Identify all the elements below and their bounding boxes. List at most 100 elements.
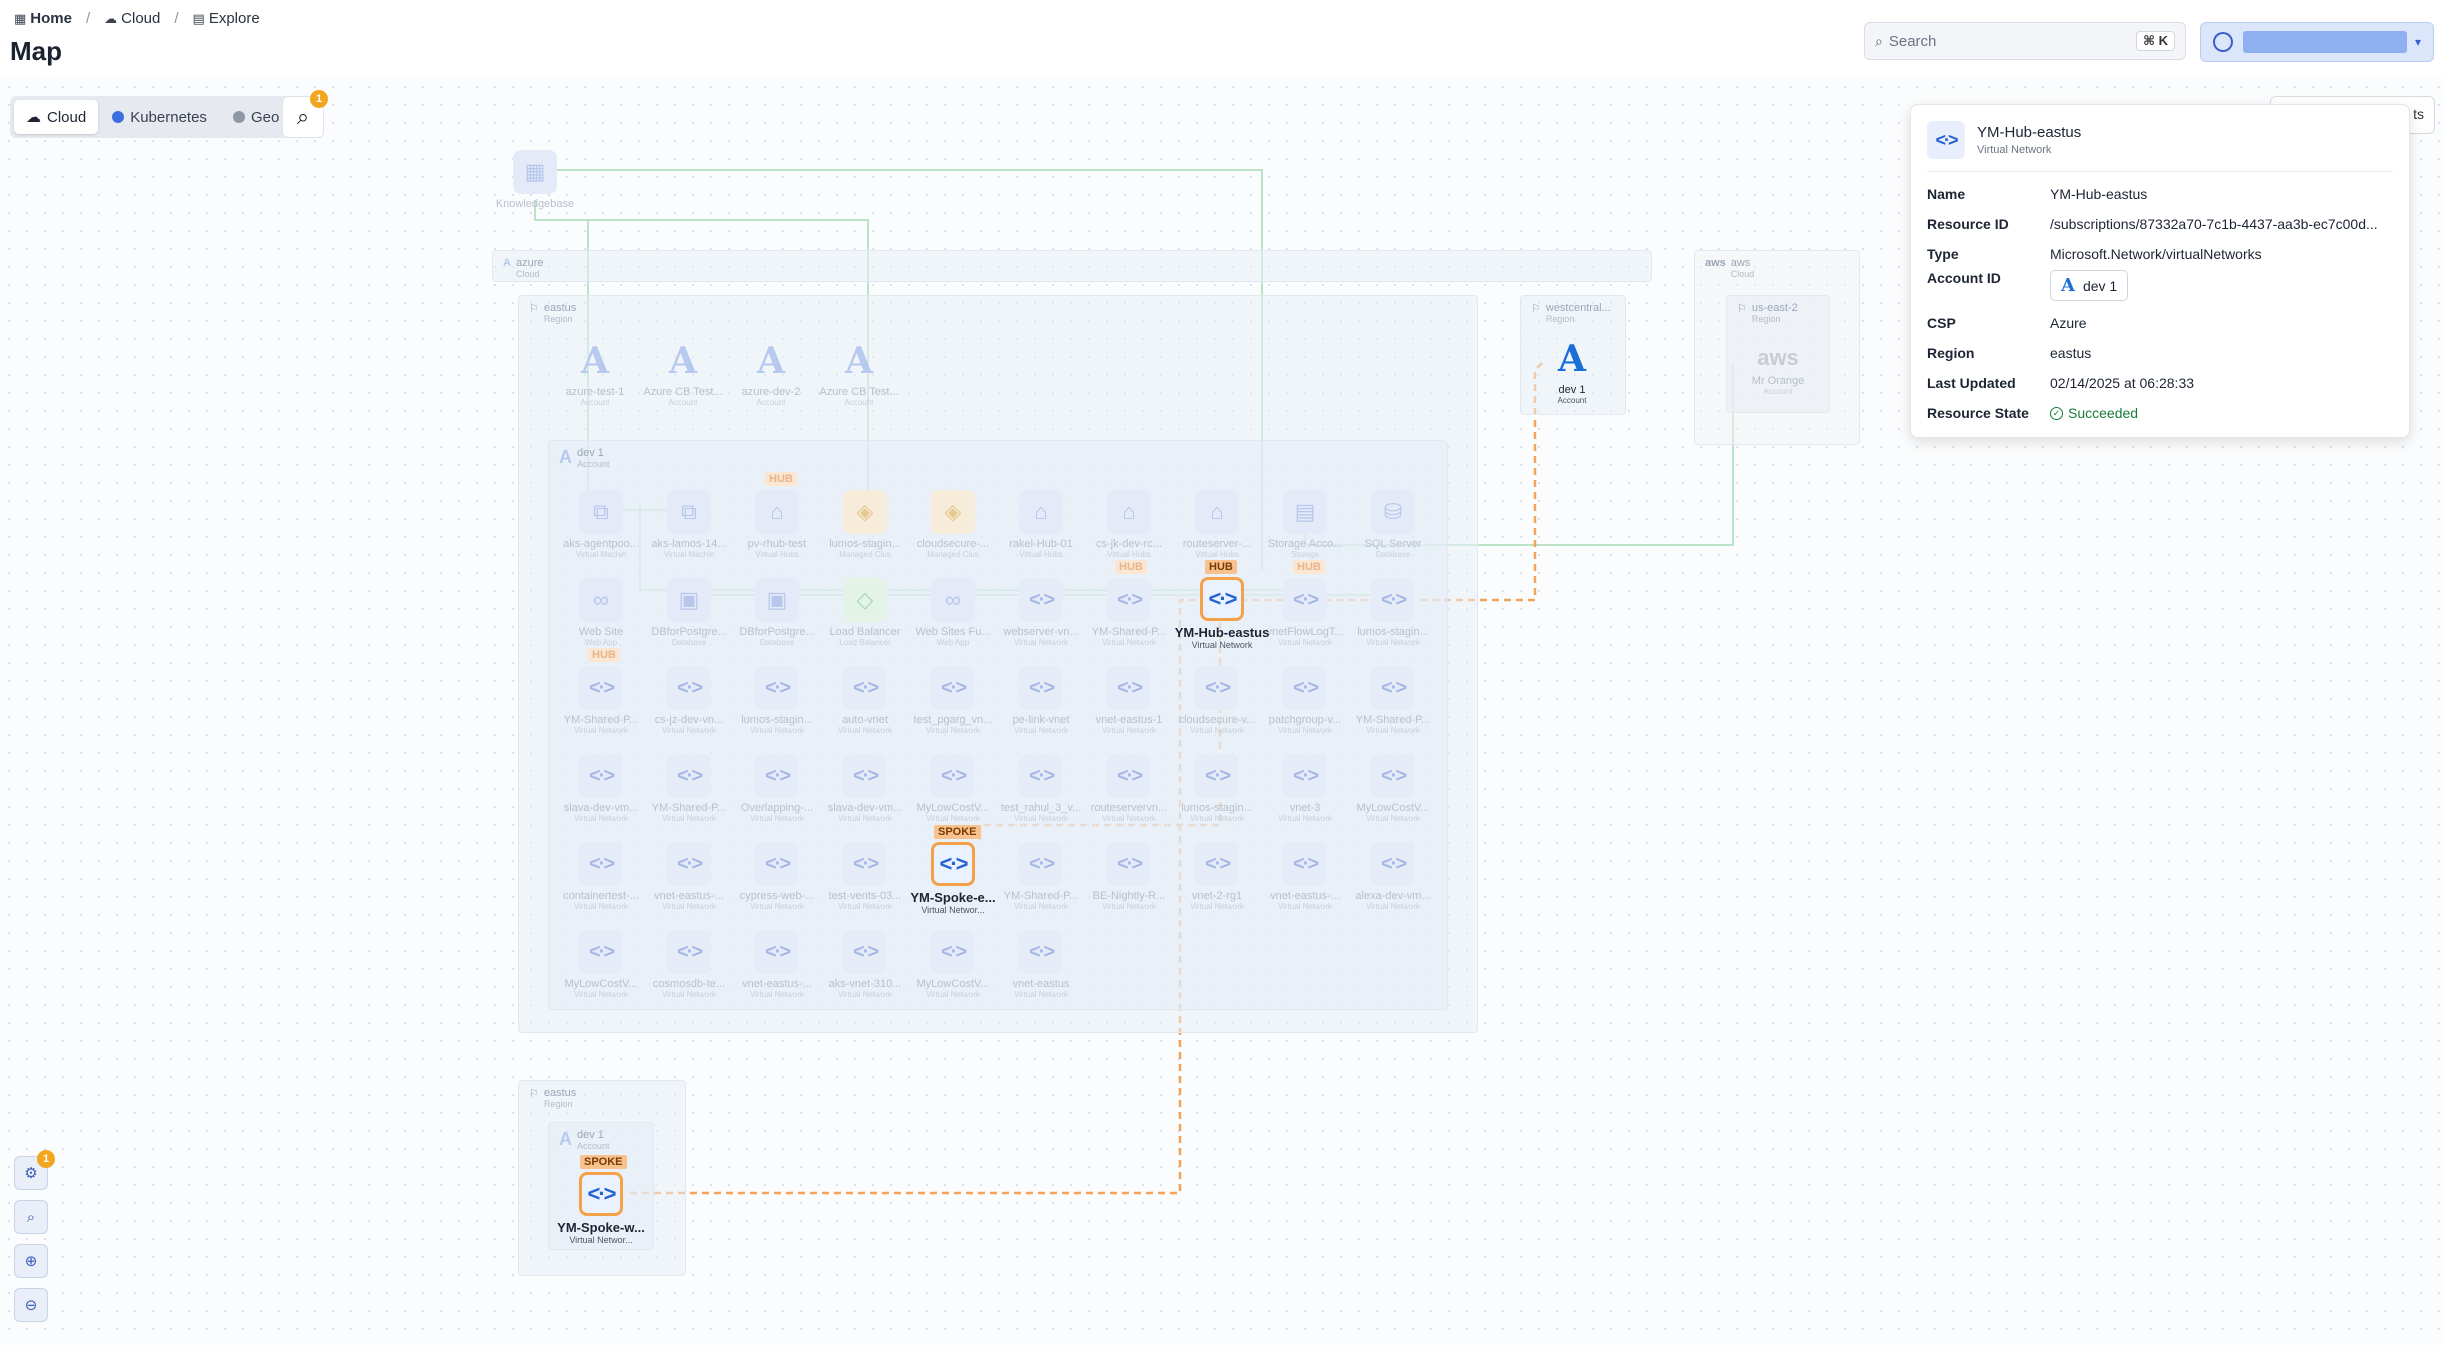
details-row-account-id: Account ID Adev 1 bbox=[1927, 270, 2393, 301]
storage-icon: ▤ bbox=[1283, 490, 1327, 534]
resource-node[interactable]: ▣ DBforPostgre... Database bbox=[732, 578, 822, 647]
vnet-node[interactable]: <·> webserver-vn... Virtual Network bbox=[996, 578, 1086, 647]
zoom-out-button[interactable]: ⊖ bbox=[14, 1288, 48, 1322]
vnet-node[interactable]: <·> lumos-stagin... Virtual Network bbox=[1348, 578, 1438, 647]
vnet-node[interactable]: <·> vnet-2-rg1 Virtual Network bbox=[1172, 842, 1262, 911]
vnet-node[interactable]: <·> Overlapping-... Virtual Network bbox=[732, 754, 822, 823]
region-azure[interactable]: Aazure Cloud bbox=[492, 250, 1652, 282]
vnet-node[interactable]: <·> YM-Shared-P... Virtual Network bbox=[1084, 578, 1174, 647]
vnet-node-ym-hub-eastus[interactable]: <·> YM-Hub-eastus Virtual Network bbox=[1172, 577, 1272, 650]
resource-node[interactable]: ⌂ cs-jk-dev-rc... Virtual Hubs bbox=[1084, 490, 1174, 559]
settings-badge: 1 bbox=[37, 1150, 55, 1168]
details-header: <·> YM-Hub-eastus Virtual Network bbox=[1927, 121, 2393, 172]
status-badge: ✓ Succeeded bbox=[2050, 405, 2138, 421]
code-icon: <·> bbox=[1371, 754, 1415, 798]
vnet-node[interactable]: <·> BE-Nightly-R... Virtual Network bbox=[1084, 842, 1174, 911]
vnet-node[interactable]: <·> YM-Shared-P... Virtual Network bbox=[644, 754, 734, 823]
vnet-node[interactable]: <·> aks-vnet-310... Virtual Network bbox=[820, 930, 910, 999]
resource-node[interactable]: ⛁ SQL Server Database bbox=[1348, 490, 1438, 559]
vnet-node[interactable]: <·> vnet-eastus-... Virtual Network bbox=[644, 842, 734, 911]
vnet-node[interactable]: <·> vnet-3 Virtual Network bbox=[1260, 754, 1350, 823]
vnet-node[interactable]: <·> vnet-eastus-1 Virtual Network bbox=[1084, 666, 1174, 735]
vnet-node[interactable]: <·> MyLowCostV... Virtual Network bbox=[556, 930, 646, 999]
resource-node[interactable]: ◇ Load Balancer Load Balancer bbox=[820, 578, 910, 647]
vnet-node[interactable]: <·> pe-link-vnet Virtual Network bbox=[996, 666, 1086, 735]
account-node[interactable]: Aazure-test-1 Account bbox=[550, 340, 640, 407]
tab-cloud[interactable]: ☁ Cloud bbox=[14, 100, 99, 134]
kubernetes-icon bbox=[112, 111, 125, 123]
vnet-node[interactable]: <·> MyLowCostV... Virtual Network bbox=[908, 754, 998, 823]
vm-icon: ⧉ bbox=[667, 490, 711, 534]
resource-node[interactable]: ⌂ routeserver-... Virtual Hubs bbox=[1172, 490, 1262, 559]
code-icon: <·> bbox=[1019, 930, 1063, 974]
vnet-node[interactable]: <·> YM-Shared-P... Virtual Network bbox=[556, 666, 646, 735]
code-icon: <·> bbox=[1019, 842, 1063, 886]
vnet-node[interactable]: <·> YM-Shared-P... Virtual Network bbox=[996, 842, 1086, 911]
vnet-node-ym-spoke-eastus[interactable]: <·> YM-Spoke-e... Virtual Networ... bbox=[908, 842, 998, 915]
resource-node[interactable]: ⌂ rakel-Hub-01 Virtual Hubs bbox=[996, 490, 1086, 559]
account-node[interactable]: Aazure-dev-2 Account bbox=[726, 340, 816, 407]
vnet-node[interactable]: <·> MyLowCostV... Virtual Network bbox=[1348, 754, 1438, 823]
details-row-last-updated: Last Updated 02/14/2025 at 06:28:33 bbox=[1927, 375, 2195, 391]
knowledgebase-node[interactable]: ▦ Knowledgebase bbox=[490, 150, 580, 210]
vnet-node[interactable]: <·> cloudsecure-v... Virtual Network bbox=[1172, 666, 1262, 735]
zoom-out-icon: ⊖ bbox=[24, 1297, 38, 1314]
code-icon: <·> bbox=[1371, 578, 1415, 622]
vnet-node[interactable]: <·> slava-dev-vm... Virtual Network bbox=[556, 754, 646, 823]
resource-node[interactable]: ▤ Storage Acco... Storage bbox=[1260, 490, 1350, 559]
vnet-node[interactable]: <·> cosmosdb-te... Virtual Network bbox=[644, 930, 734, 999]
vnet-node[interactable]: <·> auto-vnet Virtual Network bbox=[820, 666, 910, 735]
code-icon: <·> bbox=[1107, 842, 1151, 886]
vnet-node-ym-spoke-westus[interactable]: <·> YM-Spoke-w... Virtual Networ... bbox=[556, 1172, 646, 1245]
account-node[interactable]: A Azure CB Test... Account bbox=[638, 340, 728, 407]
fit-view-button[interactable]: ⌕ bbox=[14, 1200, 48, 1234]
account-node-dev1[interactable]: A dev 1 Account bbox=[1527, 338, 1617, 405]
code-icon: <·> bbox=[931, 666, 975, 710]
account-node-aws[interactable]: aws Mr Orange Account bbox=[1733, 345, 1823, 396]
resource-node[interactable]: ◈ cloudsecure-... Managed Clus bbox=[908, 490, 998, 559]
account-node[interactable]: A Azure CB Test... Account bbox=[814, 340, 904, 407]
vnet-node[interactable]: <·> slava-dev-vm... Virtual Network bbox=[820, 754, 910, 823]
hub-icon: ⌂ bbox=[1195, 490, 1239, 534]
vnet-node[interactable]: <·> cs-jz-dev-vn... Virtual Network bbox=[644, 666, 734, 735]
resource-details-panel: <·> YM-Hub-eastus Virtual Network Name YM… bbox=[1910, 104, 2410, 438]
tab-geo[interactable]: Geo bbox=[221, 100, 291, 134]
zoom-fit-icon: ⌕ bbox=[26, 1208, 36, 1226]
vnet-node[interactable]: <·> test_pgarg_vn... Virtual Network bbox=[908, 666, 998, 735]
vnet-node[interactable]: <·> YM-Shared-P... Virtual Network bbox=[1348, 666, 1438, 735]
resource-node[interactable]: ▣ DBforPostgre... Database bbox=[644, 578, 734, 647]
account-chip[interactable]: Adev 1 bbox=[2050, 270, 2129, 301]
code-icon: <·> bbox=[755, 930, 799, 974]
details-subtitle: Virtual Network bbox=[1977, 144, 2052, 156]
vnet-node[interactable]: <·> vnetFlowLogT... Virtual Network bbox=[1260, 578, 1350, 647]
code-icon: <·> bbox=[1283, 754, 1327, 798]
vnet-node[interactable]: <·> test-vents-03... Virtual Network bbox=[820, 842, 910, 911]
view-toggle: ☁ Cloud Kubernetes Geo bbox=[10, 96, 296, 138]
tab-kubernetes[interactable]: Kubernetes bbox=[100, 100, 219, 134]
resource-node[interactable]: ⧉ aks-agentpoo... Virtual Machin bbox=[556, 490, 646, 559]
vnet-node[interactable]: <·> lumos-stagin... Virtual Network bbox=[732, 666, 822, 735]
vnet-node[interactable]: <·> cypress-web-... Virtual Network bbox=[732, 842, 822, 911]
vnet-node[interactable]: <·> vnet-eastus-... Virtual Network bbox=[732, 930, 822, 999]
resource-node[interactable]: ∞ Web Sites Fu... Web App bbox=[908, 578, 998, 647]
vnet-node[interactable]: <·> alexa-dev-vm... Virtual Network bbox=[1348, 842, 1438, 911]
code-icon: <·> bbox=[1107, 578, 1151, 622]
details-row-region: Region eastus bbox=[1927, 345, 2092, 361]
resource-node[interactable]: ◈ lumos-stagin... Managed Clus bbox=[820, 490, 910, 559]
vnet-node[interactable]: <·> MyLowCostV... Virtual Network bbox=[908, 930, 998, 999]
vnet-node[interactable]: <·> test_rahul_3_v... Virtual Network bbox=[996, 754, 1086, 823]
vnet-node[interactable]: <·> containertest-... Virtual Network bbox=[556, 842, 646, 911]
hub-tag: HUB bbox=[1205, 560, 1237, 574]
zoom-in-button[interactable]: ⊕ bbox=[14, 1244, 48, 1278]
vnet-node[interactable]: <·> lumos-stagin... Virtual Network bbox=[1172, 754, 1262, 823]
link-icon: ∞ bbox=[931, 578, 975, 622]
code-icon: <·> bbox=[1195, 666, 1239, 710]
vnet-node[interactable]: <·> routeservervn... Virtual Network bbox=[1084, 754, 1174, 823]
vnet-node[interactable]: <·> patchgroup-v... Virtual Network bbox=[1260, 666, 1350, 735]
resource-node[interactable]: ∞ Web Site Web App bbox=[556, 578, 646, 647]
vnet-node[interactable]: <·> vnet-eastus-... Virtual Network bbox=[1260, 842, 1350, 911]
resource-node[interactable]: ⧉ aks-lamos-14... Virtual Machin bbox=[644, 490, 734, 559]
check-circle-icon: ✓ bbox=[2050, 406, 2063, 420]
resource-node[interactable]: ⌂ pv-rhub-test Virtual Hubs bbox=[732, 490, 822, 559]
vnet-node[interactable]: <·> vnet-eastus Virtual Network bbox=[996, 930, 1086, 999]
